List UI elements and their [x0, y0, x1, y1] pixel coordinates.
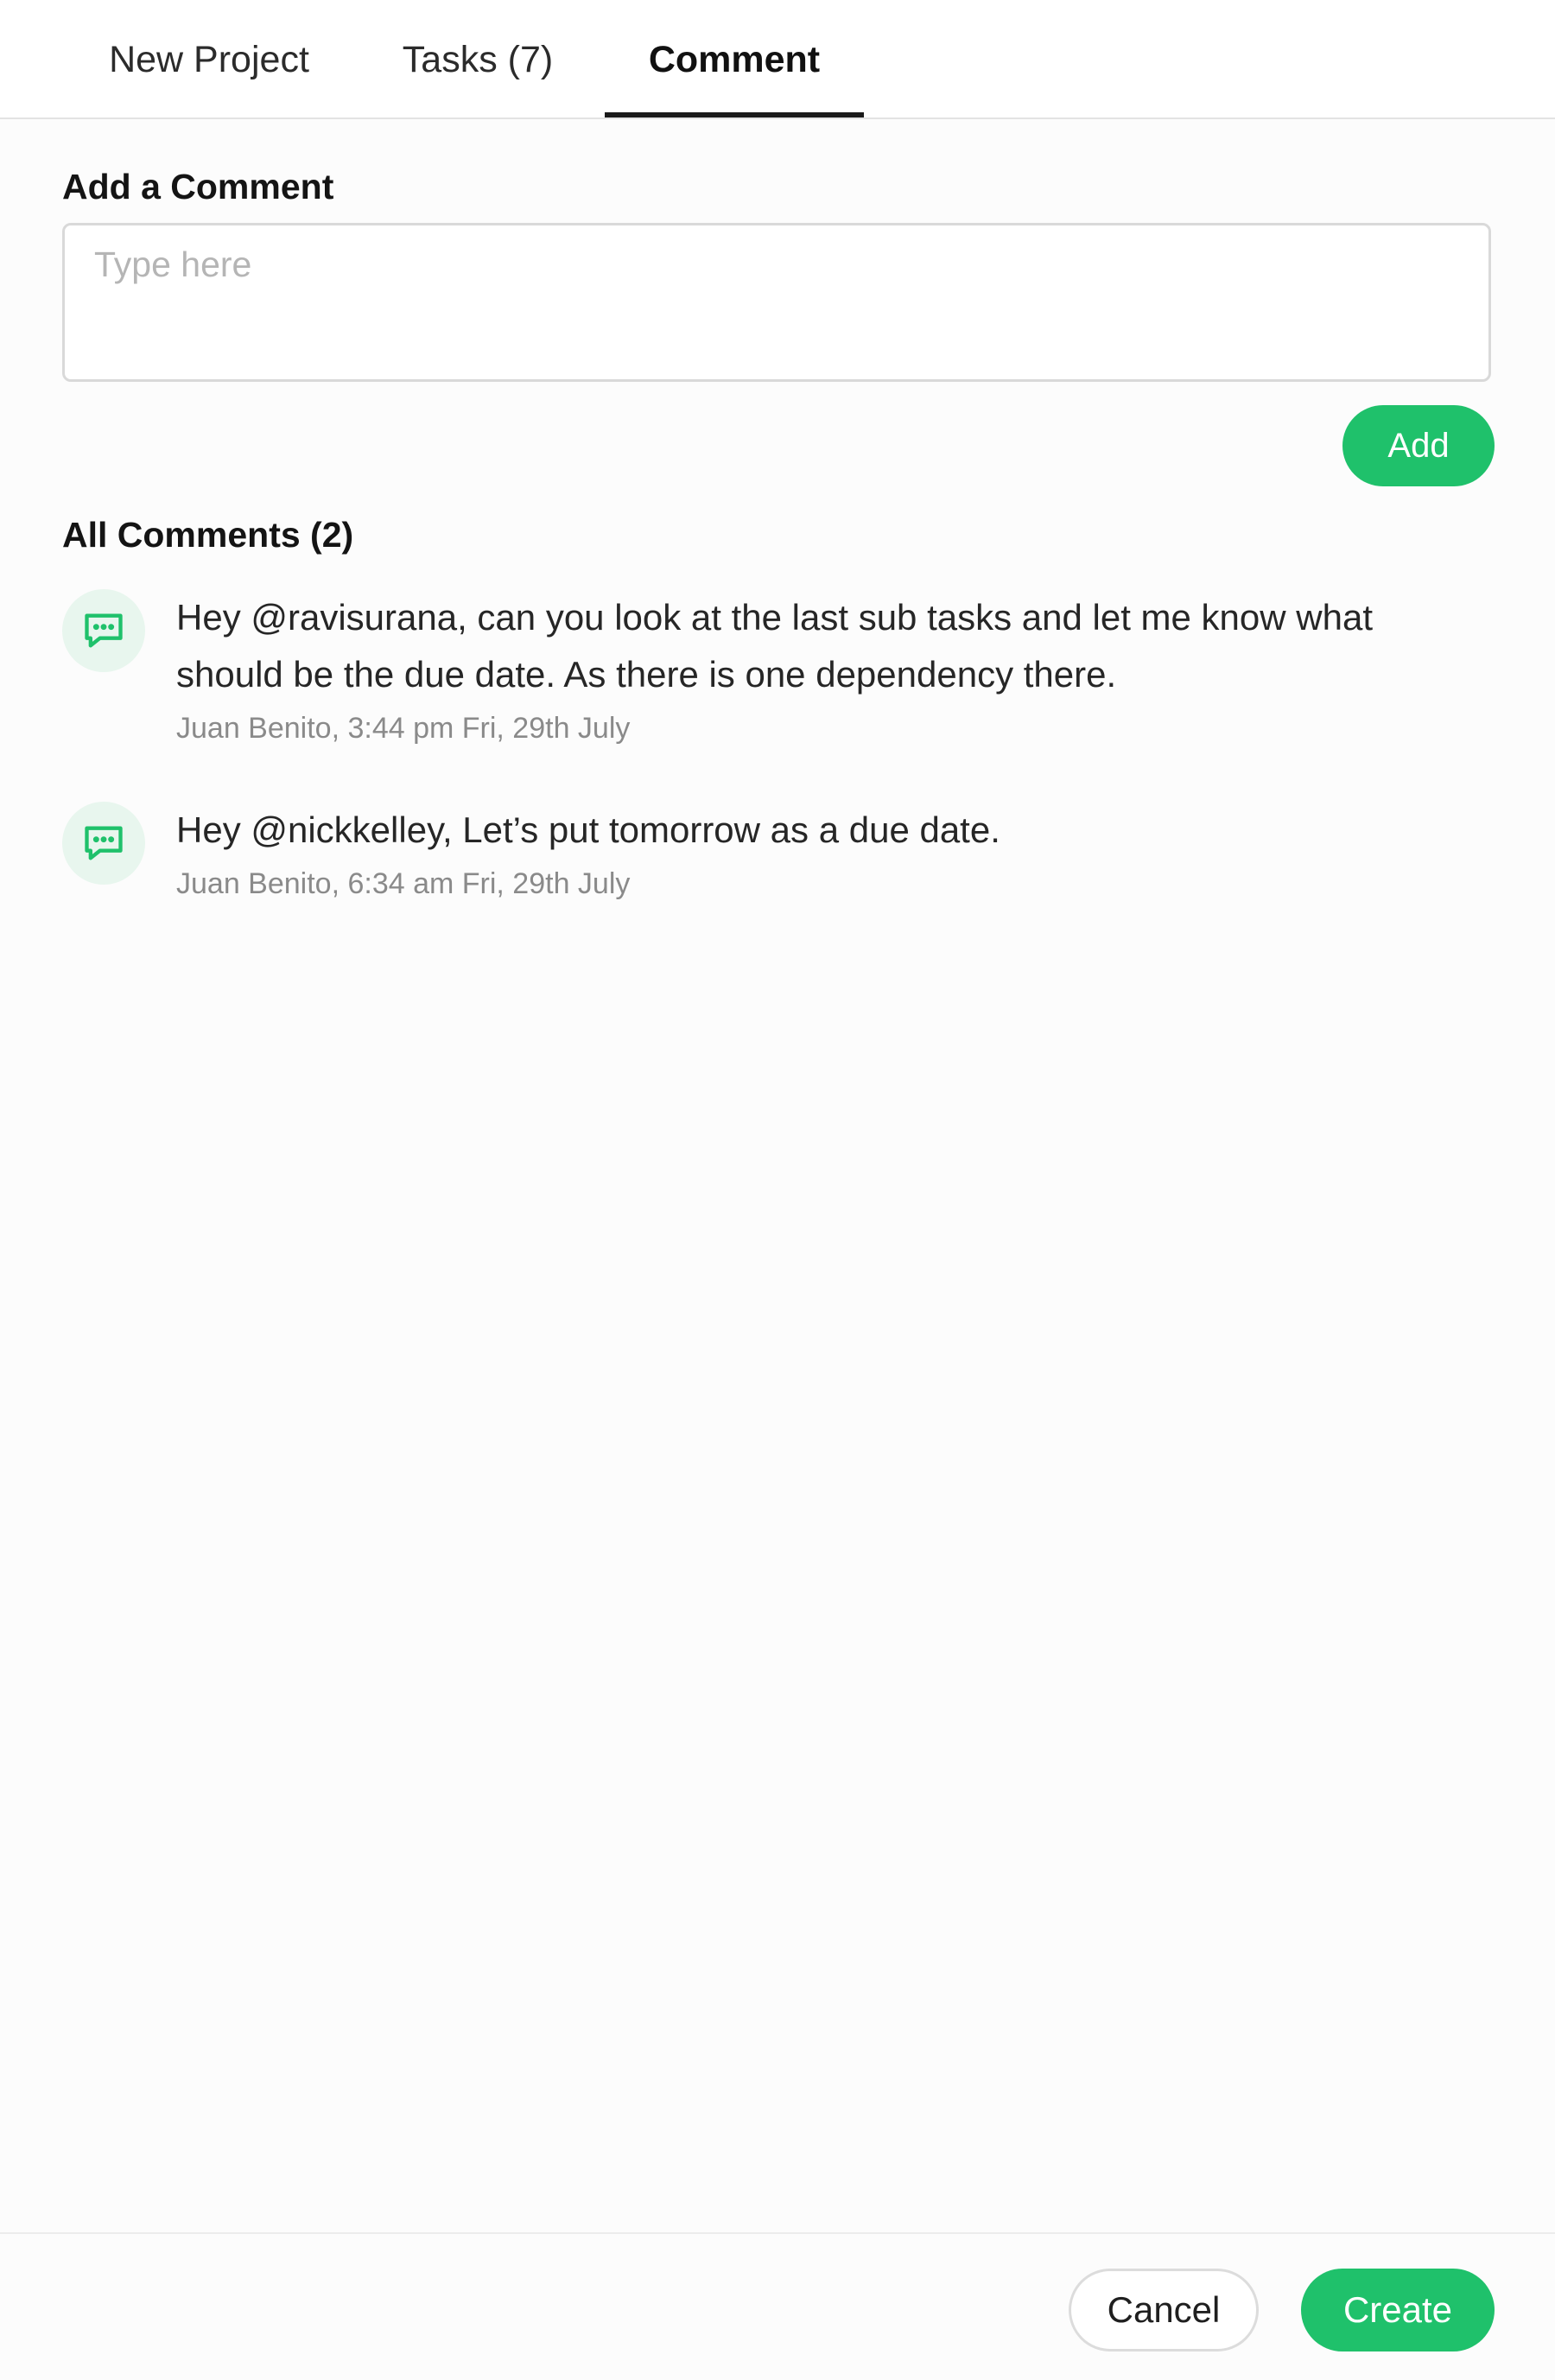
tab-tasks[interactable]: Tasks (7) [380, 0, 575, 117]
comment-bubble-icon [85, 613, 123, 648]
tab-new-project[interactable]: New Project [83, 0, 335, 117]
add-comment-button[interactable]: Add [1342, 405, 1495, 486]
tab-bar: New Project Tasks (7) Comment [0, 0, 1555, 119]
avatar [62, 802, 145, 885]
comment-panel: New Project Tasks (7) Comment Add a Comm… [0, 0, 1555, 2380]
active-tab-indicator [605, 112, 864, 117]
comment-meta: Juan Benito, 3:44 pm Fri, 29th July [176, 712, 631, 745]
comment-meta: Juan Benito, 6:34 am Fri, 29th July [176, 867, 631, 900]
all-comments-title: All Comments (2) [62, 515, 354, 555]
comment-text: Hey @nickkelley, Let’s put tomorrow as a… [176, 809, 1000, 850]
tab-comment[interactable]: Comment [605, 0, 864, 117]
comment-bubble-icon [85, 826, 123, 860]
create-button[interactable]: Create [1301, 2269, 1495, 2351]
footer: Cancel Create [0, 2232, 1555, 2380]
add-comment-title: Add a Comment [62, 167, 334, 206]
comment-text: Hey @ravisurana, can you look at the las… [176, 597, 1373, 695]
cancel-button[interactable]: Cancel [1069, 2269, 1259, 2351]
avatar [62, 589, 145, 672]
comment-input[interactable] [62, 223, 1491, 382]
